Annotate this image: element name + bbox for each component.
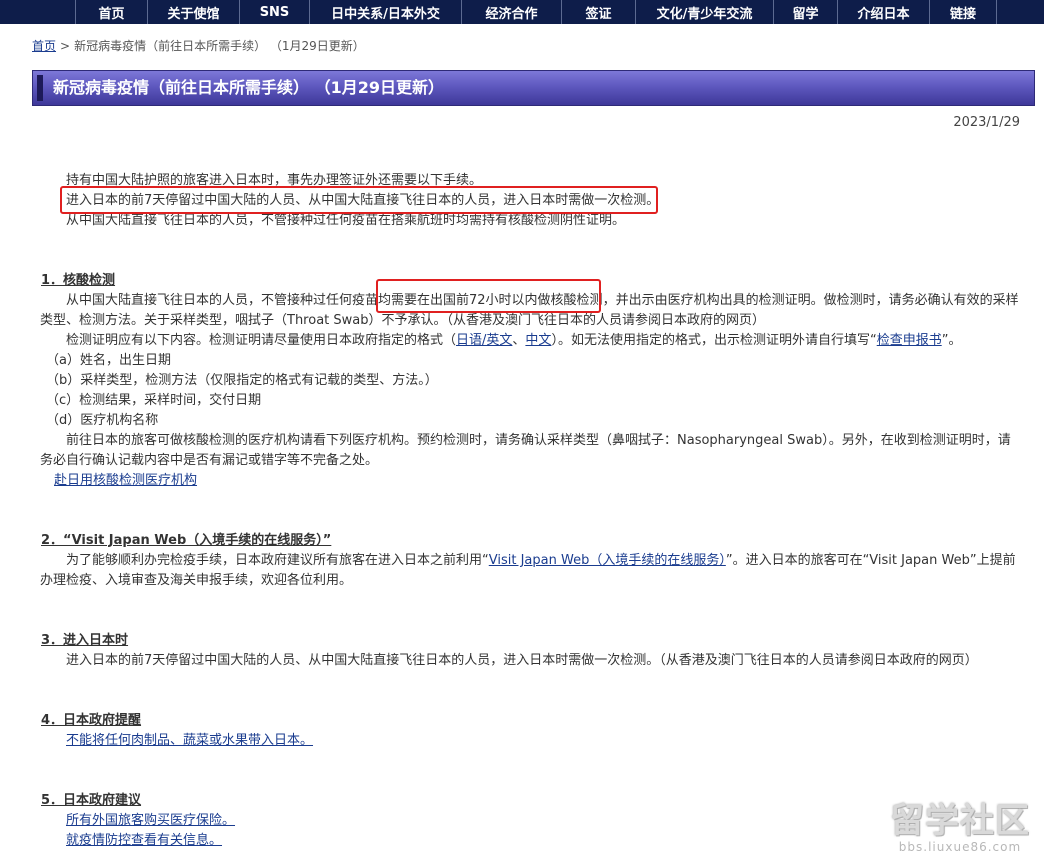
breadcrumb-separator: > [60,39,71,53]
section-1-link-container: 赴日用核酸检测医疗机构 [54,471,197,491]
list-item-d: （d）医疗机构名称 [46,413,159,428]
nav-item-economy[interactable]: 经济合作 [462,0,562,24]
s1-p2-part-a: 检测证明应有以下内容。检测证明请尽量使用日本政府指定的格式（ [66,333,457,348]
nav-item-links[interactable]: 链接 [930,0,997,24]
section-3-text: 进入日本的前7天停留过中国大陆的人员、从中国大陆直接飞往日本的人员，进入日本时需… [66,653,978,668]
nav-item-study[interactable]: 留学 [774,0,838,24]
nav-item-japan[interactable]: 介绍日本 [838,0,930,24]
watermark-url: bbs.liuxue86.com [898,840,1022,854]
food-import-link[interactable]: 不能将任何肉制品、蔬菜或水果带入日本。 [66,733,313,748]
nav-spacer [0,0,76,24]
page-title-bar: 新冠病毒疫情（前往日本所需手续） （1月29日更新） [32,70,1035,106]
section-1-heading: 1．核酸检测 [41,273,116,288]
breadcrumb-current: 新冠病毒疫情（前往日本所需手续） （1月29日更新） [74,39,365,53]
s1-p2-part-c: ”。 [941,333,962,348]
page-title: 新冠病毒疫情（前往日本所需手续） （1月29日更新） [53,78,444,97]
nav-filler [997,0,1044,24]
section-4-heading: 4．日本政府提醒 [41,713,142,728]
nav-item-sns[interactable]: SNS [240,0,310,24]
section-4-link-container: 不能将任何肉制品、蔬菜或水果带入日本。 [66,731,313,751]
publish-date: 2023/1/29 [953,115,1020,130]
section-5-link-2-container: 就疫情防控查看有关信息。 [66,831,222,851]
epidemic-info-link[interactable]: 就疫情防控查看有关信息。 [66,833,222,848]
watermark-main: 留学社区 [890,801,1030,841]
watermark-logo: 留学社区 bbs.liuxue86.com [890,802,1030,854]
section-5-heading: 5．日本政府建议 [41,793,142,808]
medical-institutions-link[interactable]: 赴日用核酸检测医疗机构 [54,473,197,488]
nav-item-home[interactable]: 首页 [76,0,148,24]
section-5-link-1-container: 所有外国旅客购买医疗保险。 [66,811,235,831]
inspection-report-link[interactable]: 检查申报书 [877,333,942,348]
visit-japan-web-link[interactable]: Visit Japan Web（入境手续的在线服务） [489,553,726,568]
medical-insurance-link[interactable]: 所有外国旅客购买医疗保险。 [66,813,235,828]
breadcrumb-home-link[interactable]: 首页 [32,39,56,53]
nav-item-about-embassy[interactable]: 关于使馆 [148,0,240,24]
intro-line-3: 从中国大陆直接飞往日本的人员，不管接种过任何疫苗在搭乘航班时均需持有核酸检测阴性… [66,213,626,228]
s1-p2-part-b: ）。如无法使用指定的格式，出示检测证明外请自行填写“ [551,333,877,348]
nav-item-relations[interactable]: 日中关系/日本外交 [310,0,462,24]
nav-item-culture[interactable]: 文化/青少年交流 [636,0,774,24]
s1-p2-separator: 、 [512,333,526,348]
list-item-b: （b）采样类型，检测方法（仅限指定的格式有记载的类型、方法。） [46,373,438,388]
highlight-box-intro [60,186,658,214]
section-1-paragraph-2: 检测证明应有以下内容。检测证明请尽量使用日本政府指定的格式（日语/英文、中文）。… [66,331,961,351]
list-item-a: （a）姓名，出生日期 [46,353,171,368]
list-item-c: （c）检测结果，采样时间，交付日期 [46,393,262,408]
breadcrumb: 首页 > 新冠病毒疫情（前往日本所需手续） （1月29日更新） [32,37,365,54]
section-2-heading: 2．“Visit Japan Web（入境手续的在线服务）” [41,533,332,548]
format-link-zh[interactable]: 中文 [525,333,551,348]
section-3-heading: 3．进入日本时 [41,633,129,648]
title-accent [37,75,43,101]
highlight-box-72h [376,279,601,313]
section-1-paragraph-3: 前往日本的旅客可做核酸检测的医疗机构请看下列医疗机构。预约检测时，请务确认采样类… [40,433,1011,468]
s1-p1-part-a: 从中国大陆直接飞往日本的人员，不管接种过任何疫苗均 [66,293,392,308]
format-link-ja-en[interactable]: 日语/英文 [456,333,512,348]
s2-part-a: 为了能够顺利办完检疫手续，日本政府建议所有旅客在进入日本之前利用“ [66,553,489,568]
nav-item-visa[interactable]: 签证 [562,0,636,24]
section-2-paragraph: 为了能够顺利办完检疫手续，日本政府建议所有旅客在进入日本之前利用“Visit J… [40,551,1022,591]
top-nav: 首页 关于使馆 SNS 日中关系/日本外交 经济合作 签证 文化/青少年交流 留… [0,0,1044,24]
